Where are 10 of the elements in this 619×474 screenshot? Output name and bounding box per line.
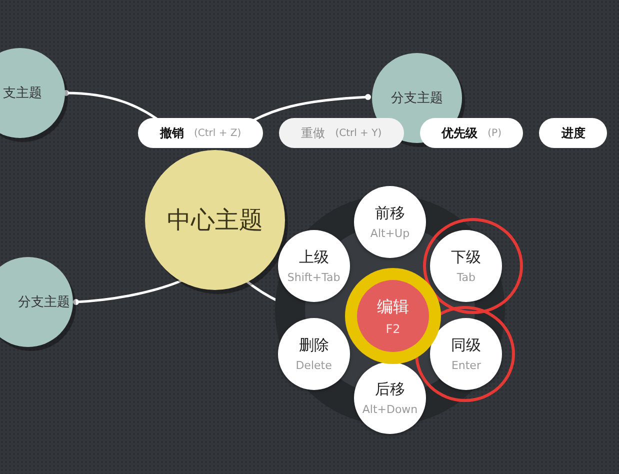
branch-topic-node[interactable]: 分支主题 bbox=[0, 257, 73, 347]
topic-text: 分支主题 bbox=[391, 90, 443, 107]
toolbar-button[interactable]: 撤销 (Ctrl + Z) bbox=[138, 118, 264, 148]
toolbar-button[interactable]: 优先级 (P) bbox=[420, 118, 524, 148]
toolbar-button[interactable]: 进度 bbox=[539, 118, 608, 148]
topic-text: 分支主题 bbox=[18, 294, 71, 311]
topic-text: 中心主题 bbox=[167, 205, 263, 236]
central-topic-node[interactable]: 中心主题 bbox=[145, 150, 285, 290]
topic-text: 支主题 bbox=[3, 85, 43, 102]
branch-topic-node[interactable]: 支主题 bbox=[0, 48, 65, 138]
